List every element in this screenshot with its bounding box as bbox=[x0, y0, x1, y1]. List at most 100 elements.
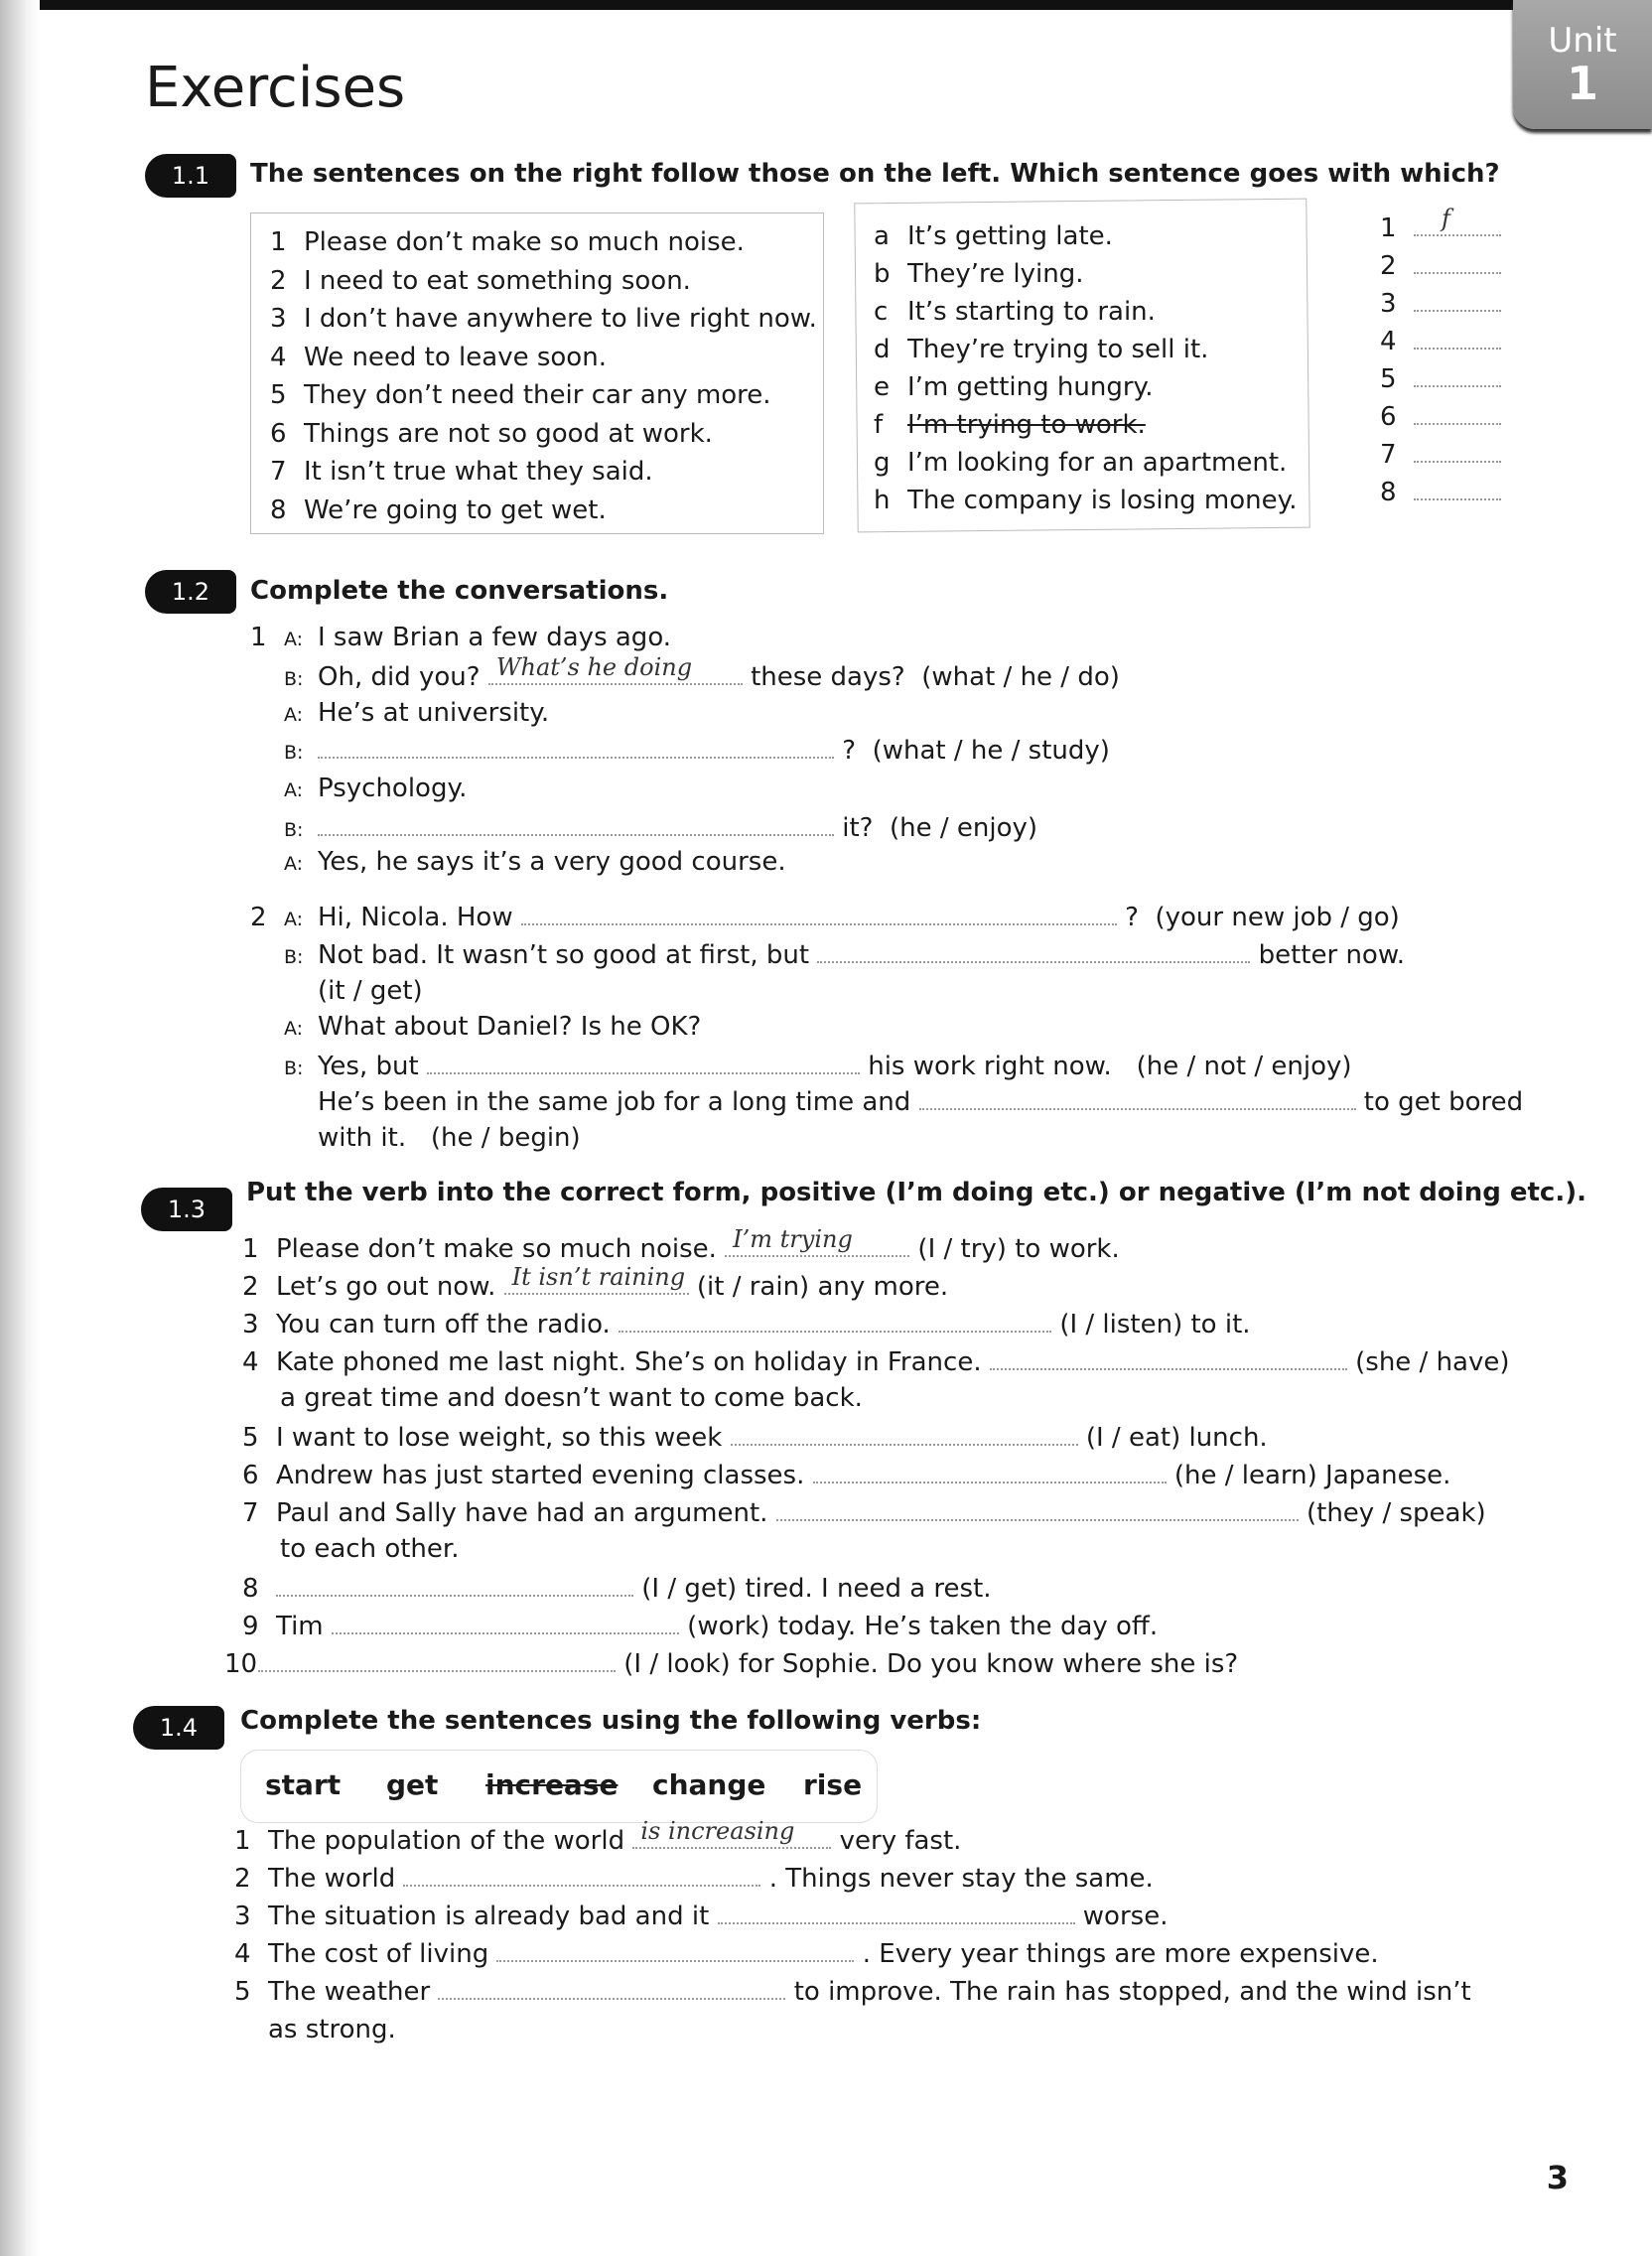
line-text: to get bored bbox=[1363, 1087, 1524, 1117]
verb-hint: (it / rain) any more. bbox=[696, 1272, 949, 1302]
answer-blank[interactable] bbox=[989, 1344, 1347, 1370]
answer-row: 3 bbox=[1380, 286, 1501, 320]
item-number: 3 bbox=[234, 1902, 251, 1931]
exercise-item: 1 Please don’t make so much noise. I’m tr… bbox=[242, 1225, 1120, 1265]
item-number: 8 bbox=[270, 494, 287, 525]
conversation-2-line-3: A: What about Daniel? Is he OK? bbox=[284, 1011, 701, 1045]
handwritten-answer: What’s he doing bbox=[495, 653, 693, 681]
answer-blank[interactable] bbox=[318, 810, 834, 836]
answer-number: 1 bbox=[1380, 213, 1397, 243]
answer-blank[interactable]: What’s he doing bbox=[487, 653, 743, 685]
answer-blank[interactable]: I’m trying bbox=[725, 1225, 910, 1257]
right-sentence: a It’s getting late. bbox=[874, 220, 1113, 252]
answer-blank[interactable] bbox=[775, 1495, 1299, 1521]
line-text: Hi, Nicola. How bbox=[318, 903, 513, 932]
answer-blank[interactable] bbox=[817, 937, 1251, 963]
answer-blank[interactable] bbox=[812, 1458, 1167, 1483]
answer-blank[interactable] bbox=[426, 1049, 860, 1074]
left-sentence: 5 They don’t need their car any more. bbox=[270, 379, 771, 411]
answer-blank[interactable]: f bbox=[1414, 205, 1501, 236]
verb-option: change bbox=[652, 1768, 766, 1801]
verb-hint: (what / he / do) bbox=[921, 662, 1120, 692]
line-text: What about Daniel? Is he OK? bbox=[318, 1012, 702, 1042]
answer-blank[interactable]: is increasing bbox=[632, 1817, 832, 1849]
item-text: . Things never stay the same. bbox=[768, 1864, 1154, 1894]
exercise-item: 3 You can turn off the radio. (I / listen… bbox=[242, 1307, 1251, 1340]
item-number: 4 bbox=[234, 1939, 251, 1969]
answer-row: 1f bbox=[1380, 205, 1501, 244]
exercise-1-1-heading: The sentences on the right follow those … bbox=[250, 159, 1500, 189]
answer-blank[interactable] bbox=[1414, 324, 1501, 350]
item-letter: h bbox=[874, 486, 891, 515]
item-number: 6 bbox=[270, 418, 287, 449]
sentence-text: They’re trying to sell it. bbox=[907, 335, 1209, 364]
speaker: B: bbox=[284, 668, 304, 690]
speaker: A: bbox=[284, 909, 304, 930]
item-number: 1 bbox=[242, 1234, 259, 1264]
sentence-text: It’s getting late. bbox=[907, 221, 1113, 251]
answer-blank[interactable] bbox=[403, 1861, 761, 1887]
answer-blank[interactable] bbox=[1414, 475, 1501, 500]
item-number: 4 bbox=[242, 1347, 259, 1377]
exercise-item: 4 Kate phoned me last night. She’s on hol… bbox=[242, 1344, 1510, 1378]
answer-blank[interactable] bbox=[619, 1307, 1052, 1333]
item-number: 7 bbox=[242, 1498, 259, 1528]
left-sentence: 2 I need to eat something soon. bbox=[270, 265, 691, 297]
verb-hint: (work) today. He’s taken the day off. bbox=[687, 1612, 1159, 1641]
answer-blank[interactable] bbox=[258, 1646, 616, 1672]
sentence-text: They don’t need their car any more. bbox=[304, 380, 771, 410]
answer-blank[interactable] bbox=[331, 1609, 679, 1634]
exercise-badge-1-1: 1.1 bbox=[145, 154, 236, 198]
sentence-text: I need to eat something soon. bbox=[304, 265, 691, 296]
right-sentence: f I’m trying to work. bbox=[874, 409, 1146, 441]
verb-hint: (I / get) tired. I need a rest. bbox=[641, 1574, 992, 1604]
answer-blank[interactable] bbox=[520, 900, 1117, 925]
answer-blank[interactable] bbox=[918, 1084, 1356, 1110]
answer-blank[interactable] bbox=[717, 1899, 1075, 1924]
item-letter: b bbox=[874, 259, 891, 289]
conversation-2-line-5-cont: with it. (he / begin) bbox=[318, 1122, 581, 1154]
answer-blank[interactable] bbox=[496, 1936, 855, 1962]
answer-blank[interactable] bbox=[1414, 437, 1501, 463]
conversation-1-line-3: A: He’s at university. bbox=[284, 697, 549, 731]
left-sentence: 3 I don’t have anywhere to live right now… bbox=[270, 303, 817, 335]
item-text: The weather bbox=[268, 1977, 431, 2007]
right-sentence: e I’m getting hungry. bbox=[874, 371, 1153, 403]
answer-blank[interactable] bbox=[276, 1571, 633, 1597]
conversation-2-line-5: He’s been in the same job for a long tim… bbox=[318, 1084, 1523, 1118]
answer-number: 5 bbox=[1380, 364, 1397, 394]
answer-blank[interactable] bbox=[1414, 248, 1501, 274]
line-text: it? bbox=[842, 813, 874, 843]
sentence-text: Things are not so good at work. bbox=[304, 418, 713, 449]
answer-blank[interactable] bbox=[1414, 361, 1501, 387]
item-number: 2 bbox=[234, 1864, 251, 1894]
line-text: He’s at university. bbox=[318, 698, 550, 728]
sentence-text: I don’t have anywhere to live right now. bbox=[304, 304, 817, 334]
conversation-2-hint: (it / get) bbox=[318, 976, 423, 1006]
answer-blank[interactable] bbox=[1414, 399, 1501, 425]
answer-blank[interactable] bbox=[730, 1420, 1078, 1446]
sentence-text: We need to leave soon. bbox=[304, 342, 607, 372]
item-text: to improve. The rain has stopped, and th… bbox=[793, 1977, 1471, 2007]
unit-label: Unit bbox=[1548, 21, 1617, 61]
answer-blank[interactable] bbox=[1414, 286, 1501, 312]
item-letter: c bbox=[874, 297, 889, 327]
answer-blank[interactable] bbox=[318, 733, 834, 759]
item-number: 5 bbox=[234, 1977, 251, 2007]
answer-row: 4 bbox=[1380, 324, 1501, 357]
left-sentence: 4 We need to leave soon. bbox=[270, 342, 607, 373]
item-text: . Every year things are more expensive. bbox=[862, 1939, 1379, 1969]
answer-blank[interactable] bbox=[438, 1974, 786, 2000]
conversation-number: 1 bbox=[250, 623, 267, 652]
item-number: 3 bbox=[242, 1310, 259, 1340]
exercise-1-3-heading: Put the verb into the correct form, posi… bbox=[246, 1178, 1586, 1207]
left-sentence: 1 Please don’t make so much noise. bbox=[270, 226, 745, 258]
exercise-item-continuation: a great time and doesn’t want to come ba… bbox=[280, 1383, 863, 1413]
sentence-text: Please don’t make so much noise. bbox=[304, 227, 745, 257]
line-text: these days? bbox=[751, 662, 905, 692]
verb-option: get bbox=[386, 1768, 439, 1801]
item-text: The world bbox=[268, 1864, 396, 1894]
answer-blank[interactable]: It isn’t raining bbox=[503, 1263, 689, 1295]
line-text: ? bbox=[842, 736, 857, 766]
item-text: Tim bbox=[276, 1612, 324, 1641]
